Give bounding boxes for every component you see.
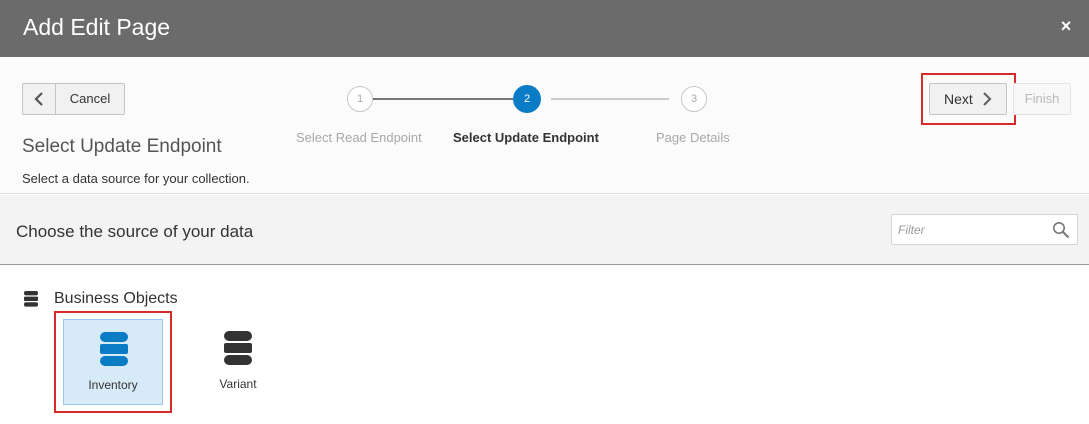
search-icon[interactable] (1052, 221, 1070, 239)
next-button-label: Next (944, 91, 973, 107)
train-connector (551, 98, 669, 100)
source-title: Choose the source of your data (16, 222, 254, 241)
source-bar: Choose the source of your data (0, 195, 1089, 265)
train-label-2[interactable]: Select Update Endpoint (453, 130, 599, 145)
finish-button[interactable]: Finish (1013, 83, 1071, 115)
section-title: Business Objects (54, 290, 178, 307)
train-stop-2[interactable]: 2 (513, 85, 541, 113)
database-icon (24, 291, 38, 307)
train-connector (373, 98, 513, 100)
tile-inventory[interactable]: Inventory (63, 319, 163, 405)
chevron-right-icon (983, 92, 992, 106)
dialog-title: Add Edit Page (23, 14, 171, 40)
close-icon[interactable]: × (1058, 16, 1074, 36)
train-stop-1[interactable]: 1 (347, 86, 373, 112)
database-icon (224, 331, 252, 365)
tile-label: Inventory (88, 378, 138, 392)
train-label-1[interactable]: Select Read Endpoint (296, 130, 422, 145)
filter-field[interactable] (891, 214, 1078, 245)
train-stop-3[interactable]: 3 (681, 86, 707, 112)
tile-label: Variant (219, 377, 257, 391)
tile-variant[interactable]: Variant (188, 319, 288, 405)
train-label-3[interactable]: Page Details (656, 130, 730, 145)
dialog-titlebar: Add Edit Page × (0, 0, 1089, 57)
database-icon (100, 332, 128, 366)
next-button[interactable]: Next (929, 83, 1007, 115)
filter-input[interactable] (898, 220, 1038, 240)
wizard-header: Cancel Select Update Endpoint Select a d… (0, 57, 1089, 194)
